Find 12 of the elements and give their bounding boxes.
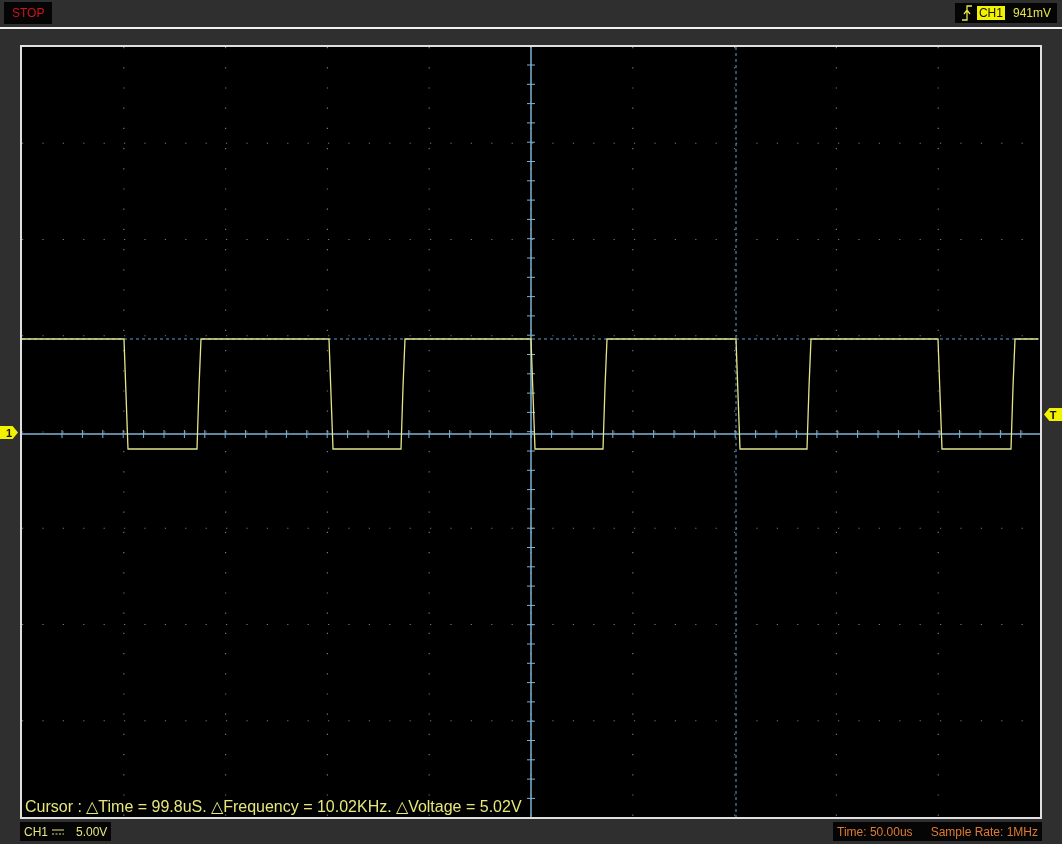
- channel-marker[interactable]: 1: [0, 426, 18, 439]
- sample-rate: Sample Rate: 1MHz: [930, 824, 1038, 839]
- channel-label: CH1: [976, 6, 1005, 20]
- trigger-level: 941mV: [1012, 6, 1051, 20]
- dc-coupling-icon: [52, 827, 64, 836]
- cursor-readout: Cursor : △Time = 99.8uS. △Frequency = 10.02KHz. △Voltage = 5.02V: [25, 797, 522, 816]
- time-per-division: Time: 50.00us: [837, 824, 913, 839]
- run-status[interactable]: STOP: [4, 2, 53, 24]
- channel-label: CH1: [24, 824, 48, 839]
- rising-edge-icon: [960, 5, 973, 21]
- volts-per-division: 5.00V: [76, 824, 108, 839]
- trigger-marker[interactable]: T: [1044, 408, 1062, 421]
